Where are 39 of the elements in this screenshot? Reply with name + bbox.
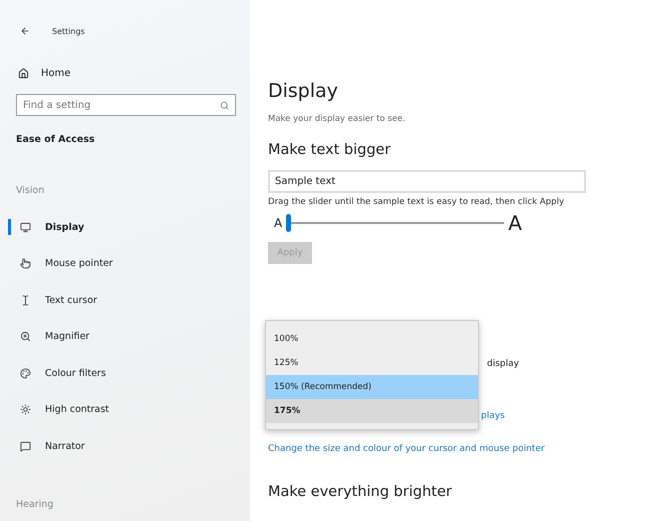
small-a-label: A <box>274 216 282 230</box>
page-subtitle: Make your display easier to see. <box>268 114 406 124</box>
link[interactable]: plays <box>481 411 505 421</box>
palette-icon <box>20 368 31 379</box>
hint-text: Drag the slider until the sample text is easy to read, then click Apply <box>268 197 566 207</box>
section-heading: Vision <box>16 185 46 198</box>
cursor-link[interactable]: Change the size and colour of your cursor and mouse pointer <box>268 444 545 454</box>
text-cursor-icon <box>20 294 31 306</box>
sidebar-item[interactable]: Magnifier <box>0 318 250 355</box>
sidebar-item[interactable]: Narrator <box>0 428 250 464</box>
window-title: Settings <box>52 26 85 36</box>
sidebar-item[interactable]: Display <box>0 209 250 246</box>
sidebar-item[interactable]: High contrast <box>0 392 250 428</box>
dropdown-option[interactable]: 175% <box>266 399 478 423</box>
sidebar-item[interactable]: Colour filters <box>0 355 250 392</box>
hand-pointer-icon <box>20 258 31 270</box>
sun-icon <box>20 404 31 416</box>
search-icon <box>220 100 229 110</box>
magnifier-icon <box>20 331 31 342</box>
category-title: Ease of Access <box>16 134 96 145</box>
home-link[interactable]: Home <box>16 64 250 82</box>
back-icon[interactable] <box>20 26 30 36</box>
setting-label: display <box>487 359 519 369</box>
dropdown-option[interactable]: 125% <box>266 351 478 375</box>
monitor-icon <box>20 222 31 233</box>
home-icon <box>18 68 29 78</box>
sidebar-item[interactable]: Mouse pointer <box>0 246 250 282</box>
large-a-label: A <box>508 211 522 235</box>
speech-bubble-icon <box>20 440 31 452</box>
sample-text-field[interactable]: Sample text <box>268 170 586 193</box>
section-heading: Make everything brighter <box>268 484 453 500</box>
sidebar-item[interactable]: Text cursor <box>0 282 250 318</box>
slider-thumb[interactable] <box>286 214 292 232</box>
dropdown-option[interactable]: 100% <box>266 327 478 351</box>
page-title: Display <box>268 80 340 102</box>
section-heading: Make text bigger <box>268 142 392 158</box>
dropdown-option[interactable]: 150% (Recommended) <box>266 375 478 399</box>
search-field[interactable]: Find a setting <box>16 94 236 116</box>
section-heading: Hearing <box>16 498 54 512</box>
